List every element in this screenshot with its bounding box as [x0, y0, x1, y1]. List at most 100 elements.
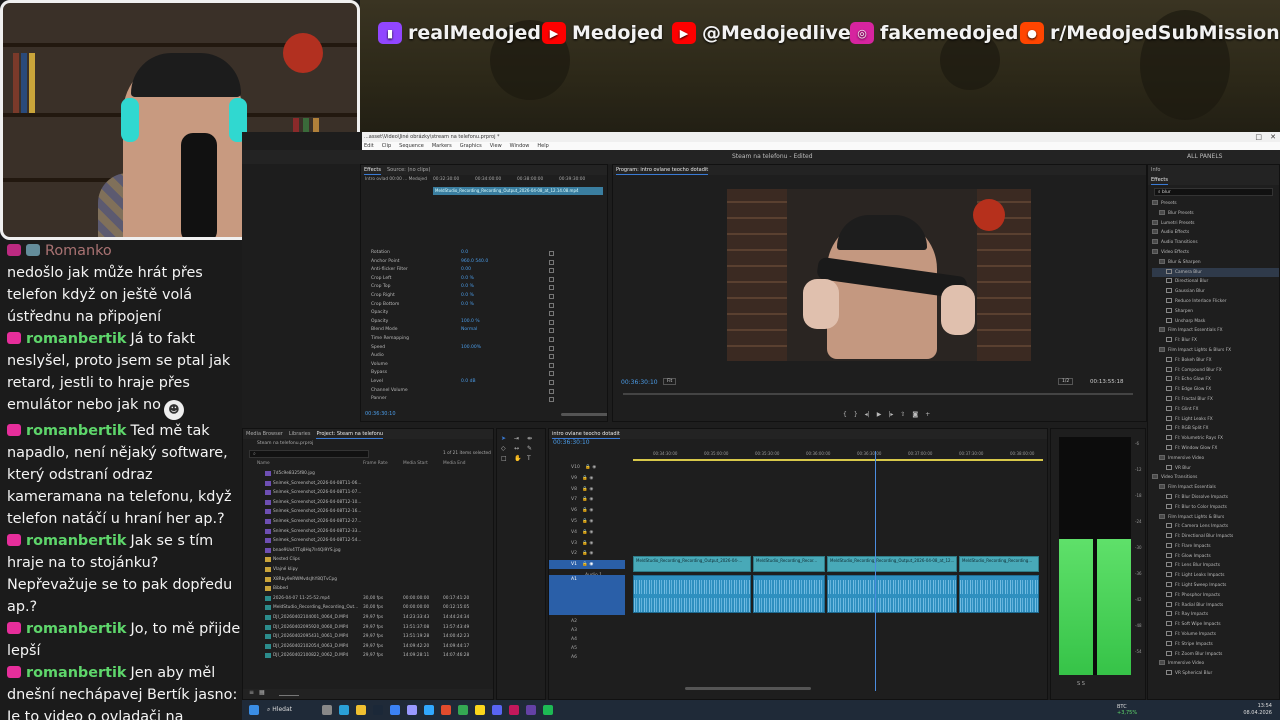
track-name[interactable]: V5 [571, 519, 577, 524]
ec-property-row[interactable]: Time Remapping [361, 335, 561, 344]
work-area-bar[interactable] [633, 459, 1043, 461]
ec-clip-bar[interactable]: MeldStudio_Recording_Recording_Output_20… [433, 187, 603, 195]
ec-property-row[interactable]: Panner [361, 395, 561, 404]
list-view-icon[interactable]: ≡ [249, 689, 254, 696]
track-toggle-icon[interactable]: 🔒 ◉ [581, 519, 593, 524]
track-name[interactable]: A1 [571, 577, 577, 582]
app-icon[interactable] [475, 705, 485, 715]
track-name[interactable]: V4 [571, 530, 577, 535]
track-name[interactable]: V9 [571, 476, 577, 481]
project-tab[interactable]: Project: Steam na telefonu [316, 429, 384, 439]
hand-tool-icon[interactable]: ✋ [514, 455, 524, 462]
effects-tree-item[interactable]: Video Transitions [1152, 473, 1279, 483]
effects-tree-item[interactable]: FI: Radial Blur Impacts [1152, 601, 1279, 611]
info-tab[interactable]: Info [1151, 165, 1160, 175]
project-item-row[interactable]: Snímek_Screenshot_2026-04-08T11-06... [243, 479, 493, 489]
effects-tree-item[interactable]: FI: RGB Split FX [1152, 424, 1279, 434]
mark-in-icon[interactable]: { [843, 411, 847, 418]
app-icon[interactable] [441, 705, 451, 715]
effects-tree-item[interactable]: FI: Bokeh Blur FX [1152, 356, 1279, 366]
track-name[interactable]: V6 [571, 508, 577, 513]
track-toggle-icon[interactable]: 🔒 ◉ [584, 465, 596, 470]
ec-property-value[interactable]: 0.0 % [461, 275, 474, 284]
column-header[interactable]: Frame Rate [363, 459, 388, 469]
ec-tab[interactable]: Effects [364, 165, 381, 175]
taskbar-search[interactable]: ⌕ Hledat [267, 706, 292, 714]
ec-property-row[interactable]: Crop Top 0.0 % [361, 283, 561, 292]
effects-tree-item[interactable]: Sharpen [1152, 307, 1279, 317]
effects-tree-item[interactable]: Film Impact Lights & Blurs FX [1152, 346, 1279, 356]
project-item-row[interactable]: Snímek_Screenshot_2026-04-08T12-10... [243, 498, 493, 508]
ec-timecode[interactable]: 00:36:30:10 [365, 411, 396, 417]
slip-tool-icon[interactable]: ↔ [514, 445, 524, 452]
chat-username[interactable]: romanbertik [26, 533, 126, 549]
app-icon[interactable] [509, 705, 519, 715]
effects-tree-item[interactable]: FI: Glow Impacts [1152, 552, 1279, 562]
workspace-label[interactable]: ALL PANELS [1187, 150, 1222, 164]
track-name[interactable]: V1 [571, 562, 577, 567]
effects-tree-item[interactable]: Audio Effects [1152, 228, 1279, 238]
mark-out-icon[interactable]: } [854, 411, 858, 418]
ec-property-value[interactable]: 0.0 % [461, 292, 474, 301]
effects-tree-item[interactable]: FI: Light Leaks FX [1152, 415, 1279, 425]
effects-tree-item[interactable]: Camera Blur [1152, 267, 1279, 278]
effects-search-input[interactable]: ⌕ blur [1154, 188, 1273, 196]
keyframe-toggle-icon[interactable] [549, 251, 554, 256]
task-view-icon[interactable] [322, 705, 332, 715]
effects-tree-item[interactable]: VR Spherical Blur [1152, 669, 1279, 679]
ec-property-row[interactable]: Blend Mode Normal [361, 326, 561, 335]
project-item-row[interactable]: DJI_20260402102054_0063_D.MP4 29,97 fps 14… [243, 642, 493, 652]
effects-tree-item[interactable]: FI: Blur to Color Impacts [1152, 503, 1279, 513]
project-item-row[interactable]: 7d5c9e8325f80.jpg [243, 469, 493, 479]
effects-tab[interactable]: Effects [1151, 175, 1168, 185]
keyframe-toggle-icon[interactable] [549, 268, 554, 274]
solo-buttons[interactable]: S S [1077, 681, 1085, 687]
ec-property-row[interactable]: Anti-flicker Filter 0.00 [361, 266, 561, 275]
track-name[interactable]: A2 [571, 619, 577, 624]
ec-property-row[interactable]: Level 0.0 dB [361, 378, 561, 387]
track-toggle-icon[interactable]: 🔒 ◉ [581, 497, 593, 502]
keyframe-toggle-icon[interactable] [549, 311, 554, 317]
effects-tree-item[interactable]: Gaussian Blur [1152, 287, 1279, 297]
program-scrubber[interactable] [623, 393, 1133, 395]
menu-item[interactable]: Clip [382, 142, 391, 150]
menu-item[interactable]: Edit [364, 142, 374, 150]
ec-property-row[interactable]: Channel Volume [361, 387, 561, 396]
keyframe-toggle-icon[interactable] [549, 285, 554, 291]
effects-tree-item[interactable]: FI: Volume Impacts [1152, 630, 1279, 640]
pen-tool-icon[interactable]: ✎ [527, 445, 537, 452]
column-header[interactable]: Media Start [403, 459, 428, 469]
project-item-row[interactable]: Snímek_Screenshot_2026-04-08T12-27... [243, 517, 493, 527]
play-icon[interactable]: ▶ [877, 411, 882, 418]
timeline-tab[interactable]: intro ovlane teocho dotadit [552, 429, 620, 439]
project-item-row[interactable]: DJI_20260402104001_0064_D.MP4 29,97 fps 14… [243, 613, 493, 623]
project-tab[interactable]: Media Browser [246, 429, 283, 439]
track-toggle-icon[interactable]: 🔒 ◉ [581, 541, 593, 546]
track-name[interactable]: A3 [571, 628, 577, 633]
app-icon[interactable] [339, 705, 349, 715]
program-timecode[interactable]: 00:36:30:10 [621, 379, 658, 386]
effects-tree-item[interactable]: Lumetri Presets [1152, 219, 1279, 229]
effects-tree-item[interactable]: FI: Phosphor Impacts [1152, 591, 1279, 601]
ec-property-value[interactable]: 100.0 % [461, 318, 480, 327]
social-link[interactable]: ▮ realMedojed [378, 18, 541, 48]
ec-property-value[interactable]: 0.0 % [461, 301, 474, 310]
project-item-row[interactable]: Nested Clips [243, 555, 493, 565]
track-name[interactable]: V7 [571, 497, 577, 502]
icon-view-icon[interactable]: ▦ [259, 689, 265, 696]
step-back-icon[interactable]: ◂| [865, 411, 870, 418]
keyframe-toggle-icon[interactable] [549, 345, 554, 351]
column-header[interactable]: Name [257, 459, 270, 469]
video-clip[interactable]: MeldStudio_Recording_Recording... [959, 556, 1039, 573]
track-toggle-icon[interactable]: 🔒 ◉ [581, 476, 593, 481]
project-item-row[interactable]: Bibbed [243, 584, 493, 594]
track-name[interactable]: V3 [571, 541, 577, 546]
menu-item[interactable]: Window [510, 142, 530, 150]
premiere-icon[interactable] [407, 705, 417, 715]
keyframe-toggle-icon[interactable] [549, 328, 554, 334]
audio-clip[interactable] [827, 575, 957, 613]
effects-tree-item[interactable]: FI: Glint FX [1152, 405, 1279, 415]
effects-tree-item[interactable]: FI: Directional Blur Impacts [1152, 532, 1279, 542]
export-frame-icon[interactable]: ◙ [912, 411, 918, 418]
keyframe-toggle-icon[interactable] [549, 354, 554, 360]
